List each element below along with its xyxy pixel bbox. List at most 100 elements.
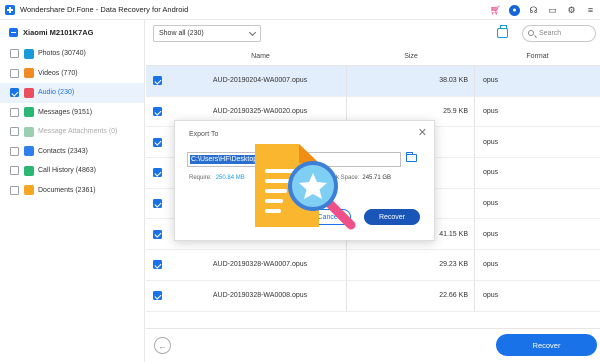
category-checkbox[interactable] — [10, 88, 19, 98]
row-checkbox-cell — [146, 107, 174, 117]
row-format: opus — [483, 77, 499, 85]
photo-icon — [24, 48, 34, 59]
row-checkbox[interactable] — [153, 76, 162, 86]
table-row[interactable]: AUD-20190328-WA0008.opus 22.66 KB opus — [146, 280, 600, 312]
category-checkbox[interactable] — [10, 68, 19, 78]
row-checkbox[interactable] — [153, 107, 162, 117]
category-checkbox[interactable] — [10, 127, 19, 137]
table-row[interactable]: AUD-20190204-WA0007.opus 38.03 KB opus — [146, 66, 600, 97]
sidebar: Xiaomi M2101K7AG Photos (30740) Videos (7… — [0, 20, 145, 362]
device-checkbox[interactable] — [9, 27, 18, 37]
table-row[interactable]: AUD-20190328-WA0007.opus 29.23 KB opus — [146, 250, 600, 281]
message-icon — [24, 107, 34, 118]
row-checkbox[interactable] — [153, 199, 162, 209]
category-checkbox[interactable] — [10, 185, 19, 195]
table-header: Name Size Format — [146, 48, 600, 66]
row-checkbox[interactable] — [153, 291, 162, 301]
sidebar-item-contact[interactable]: Contacts (2343) — [0, 142, 144, 162]
headset-icon[interactable]: ☊ — [524, 0, 543, 20]
column-header-name[interactable]: Name — [174, 53, 347, 60]
bookmark-icon[interactable]: ▭ — [543, 0, 562, 20]
column-header-format[interactable]: Format — [475, 53, 600, 60]
dialog-title: Export To — [189, 131, 219, 138]
sidebar-item-label: Documents (2361) — [38, 186, 96, 194]
sidebar-item-photo[interactable]: Photos (30740) — [0, 44, 144, 64]
search-input[interactable]: Search — [522, 25, 596, 42]
row-checkbox[interactable] — [153, 260, 162, 270]
row-checkbox[interactable] — [153, 229, 162, 239]
sidebar-item-label: Call History (4863) — [38, 167, 96, 175]
row-checkbox-cell — [146, 137, 174, 147]
row-checkbox-cell — [146, 260, 174, 270]
row-format: opus — [483, 292, 499, 300]
row-checkbox-cell — [146, 199, 174, 209]
column-header-size[interactable]: Size — [347, 53, 475, 60]
search-icon — [528, 30, 534, 36]
sidebar-item-label: Message Attachments (0) — [38, 128, 118, 136]
gear-icon[interactable]: ⚙ — [562, 0, 581, 20]
row-name: AUD-20190328-WA0007.opus — [174, 250, 347, 280]
print-icon[interactable] — [497, 25, 508, 38]
chevron-down-icon — [248, 28, 257, 37]
row-format: opus — [483, 169, 499, 177]
row-size: 29.23 KB — [347, 250, 475, 280]
attachment-icon — [24, 126, 34, 137]
dialog-recover-button[interactable]: Recover — [364, 209, 420, 225]
back-button[interactable]: ← — [154, 337, 171, 354]
category-checkbox[interactable] — [10, 166, 19, 176]
category-list: Photos (30740) Videos (770) Audio (230) Mes… — [0, 44, 144, 200]
document-search-illustration-icon — [255, 144, 356, 230]
document-icon — [24, 185, 34, 196]
footer-bar: ← Recover — [146, 328, 600, 362]
row-format: opus — [483, 108, 499, 116]
row-format: opus — [483, 138, 499, 146]
video-icon — [24, 68, 34, 79]
menu-icon[interactable]: ≡ — [581, 0, 600, 20]
row-size: 38.03 KB — [347, 66, 475, 96]
row-checkbox-cell — [146, 291, 174, 301]
toolbar: Show all (230) Search — [146, 20, 600, 48]
cart-icon[interactable]: 🛒︎ — [486, 0, 505, 20]
sidebar-item-label: Messages (9151) — [38, 108, 93, 116]
row-format: opus — [483, 200, 499, 208]
category-checkbox[interactable] — [10, 146, 19, 156]
sidebar-item-document[interactable]: Documents (2361) — [0, 181, 144, 201]
recover-button[interactable]: Recover — [496, 334, 597, 356]
account-icon[interactable]: ● — [505, 0, 524, 20]
row-name: AUD-20190204-WA0007.opus — [174, 66, 347, 96]
sidebar-item-message[interactable]: Messages (9151) — [0, 103, 144, 123]
row-name: AUD-20190328-WA0008.opus — [174, 280, 347, 311]
category-checkbox[interactable] — [10, 107, 19, 117]
required-label: Require: — [189, 175, 212, 181]
sidebar-item-label: Audio (230) — [38, 89, 75, 97]
app-title: Wondershare Dr.Fone - Data Recovery for … — [20, 5, 189, 14]
search-placeholder: Search — [539, 30, 562, 37]
category-checkbox[interactable] — [10, 49, 19, 59]
audio-icon — [24, 87, 34, 98]
row-checkbox-cell — [146, 229, 174, 239]
close-icon[interactable]: ✕ — [418, 126, 427, 139]
sidebar-item-label: Videos (770) — [38, 69, 78, 77]
row-format: opus — [483, 230, 499, 238]
filter-select-value: Show all (230) — [159, 30, 204, 37]
folder-icon[interactable] — [406, 152, 417, 162]
sidebar-item-audio[interactable]: Audio (230) — [0, 83, 144, 103]
filter-select[interactable]: Show all (230) — [153, 25, 261, 42]
contact-icon — [24, 146, 34, 157]
sidebar-item-attachment[interactable]: Message Attachments (0) — [0, 122, 144, 142]
sidebar-item-call[interactable]: Call History (4863) — [0, 161, 144, 181]
sidebar-item-label: Photos (30740) — [38, 50, 86, 58]
device-row[interactable]: Xiaomi M2101K7AG — [0, 20, 144, 44]
required-value: 250.84 MB — [215, 175, 245, 181]
row-checkbox[interactable] — [153, 137, 162, 147]
titlebar-actions: 🛒︎ ● ☊ ▭ ⚙ ≡ — [486, 0, 600, 20]
sidebar-item-video[interactable]: Videos (770) — [0, 64, 144, 84]
required-space: Require: 250.84 MB — [189, 175, 245, 181]
row-size: 22.66 KB — [347, 280, 475, 311]
call-icon — [24, 165, 34, 176]
device-name: Xiaomi M2101K7AG — [23, 27, 94, 37]
row-checkbox-cell — [146, 168, 174, 178]
row-checkbox[interactable] — [153, 168, 162, 178]
row-format: opus — [483, 261, 499, 269]
app-logo-icon — [5, 4, 15, 15]
